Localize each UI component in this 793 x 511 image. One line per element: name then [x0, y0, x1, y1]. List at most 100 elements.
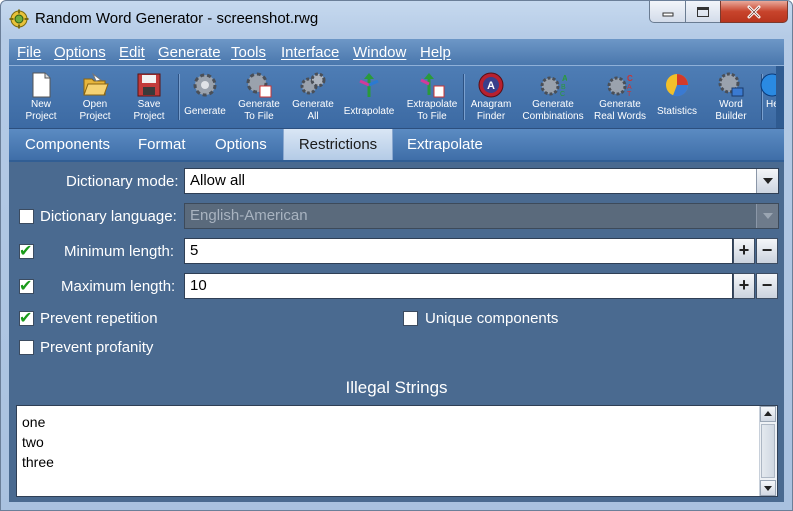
minimum-length-label: Minimum length:	[64, 243, 175, 260]
open-folder-icon	[83, 72, 109, 96]
save-disk-icon	[137, 73, 161, 97]
open-project-button[interactable]: Open Project	[68, 68, 122, 126]
scrollbar-thumb[interactable]	[761, 424, 775, 478]
menu-interface[interactable]: Interface	[281, 44, 339, 61]
gears-icon	[300, 72, 326, 95]
chevron-down-icon	[764, 486, 772, 491]
tab-bar: Components Format Options Restrictions E…	[9, 129, 784, 162]
maximum-length-decrease-button[interactable]: −	[756, 273, 778, 299]
tab-components[interactable]: Components	[11, 129, 124, 160]
generate-to-file-button[interactable]: Generate To File	[232, 68, 286, 126]
toolbar-label: Extrapolate To File	[406, 99, 458, 122]
prevent-repetition-checkbox[interactable]: ✔	[19, 310, 34, 327]
gear-abc-icon: ABC	[540, 74, 567, 98]
word-builder-icon	[718, 72, 744, 97]
generate-button[interactable]: Generate	[178, 68, 232, 126]
toolbar-label: Generate Combinations	[522, 99, 584, 122]
menu-edit[interactable]: Edit	[119, 44, 145, 61]
restrictions-panel: Dictionary mode: Allow all Dictionary la…	[9, 162, 784, 502]
word-builder-button[interactable]: Word Builder	[704, 68, 758, 126]
chevron-up-icon	[764, 411, 772, 416]
toolbar: New Project Open Project Save Project Ge…	[9, 65, 784, 129]
prevent-profanity-label: Prevent profanity	[40, 339, 154, 356]
illegal-string-line: two	[22, 434, 44, 450]
svg-text:A: A	[627, 84, 632, 91]
maximize-icon	[697, 6, 709, 17]
checkmark-icon: ✔	[19, 310, 33, 327]
minimum-length-checkbox[interactable]: ✔	[19, 243, 34, 260]
chevron-down-icon	[763, 213, 773, 219]
maximum-length-checkbox[interactable]: ✔	[19, 278, 34, 295]
new-project-button[interactable]: New Project	[14, 68, 68, 126]
menu-file[interactable]: File	[17, 44, 41, 61]
illegal-string-line: three	[22, 454, 54, 470]
tab-extrapolate[interactable]: Extrapolate	[393, 129, 497, 160]
minimum-length-input[interactable]: 5	[184, 238, 733, 264]
dictionary-language-checkbox[interactable]	[19, 209, 34, 224]
dictionary-language-label: Dictionary language:	[40, 208, 177, 225]
menu-window[interactable]: Window	[353, 44, 406, 61]
close-icon	[747, 5, 761, 18]
maximum-length-increase-button[interactable]: +	[733, 273, 755, 299]
prevent-profanity-checkbox[interactable]	[19, 340, 34, 355]
minimize-icon	[662, 12, 673, 16]
minimize-button[interactable]	[649, 1, 686, 23]
save-project-button[interactable]: Save Project	[122, 68, 176, 126]
extrapolate-button[interactable]: Extrapolate	[342, 68, 396, 126]
svg-text:A: A	[562, 74, 567, 83]
menu-help[interactable]: Help	[420, 44, 451, 61]
scroll-down-button[interactable]	[760, 480, 776, 496]
svg-text:C: C	[627, 74, 633, 83]
unique-components-label: Unique components	[425, 310, 559, 327]
prevent-repetition-label: Prevent repetition	[40, 310, 158, 327]
minimum-length-increase-button[interactable]: +	[733, 238, 755, 264]
illegal-string-line: one	[22, 414, 46, 430]
dictionary-mode-select[interactable]: Allow all	[184, 168, 779, 194]
chevron-down-icon	[763, 178, 773, 184]
toolbar-label: Word Builder	[715, 99, 747, 122]
extrapolate-arrows-icon	[359, 73, 379, 97]
illegal-strings-content: one two three	[22, 412, 54, 472]
checkmark-icon: ✔	[19, 278, 33, 295]
close-button[interactable]	[720, 1, 788, 23]
checkmark-icon: ✔	[19, 243, 33, 260]
generate-real-words-button[interactable]: CAT Generate Real Words	[593, 68, 647, 126]
anagram-icon: A	[478, 72, 504, 98]
vertical-scrollbar[interactable]	[759, 406, 777, 496]
svg-text:C: C	[560, 91, 565, 98]
statistics-button[interactable]: Statistics	[650, 68, 704, 126]
tab-format[interactable]: Format	[124, 129, 200, 160]
toolbar-label: Extrapolate	[343, 106, 395, 117]
extrapolate-to-file-button[interactable]: Extrapolate To File	[405, 68, 459, 126]
title-bar[interactable]: Random Word Generator - screenshot.rwg	[1, 1, 792, 37]
anagram-finder-button[interactable]: A Anagram Finder	[464, 68, 518, 126]
minimum-length-decrease-button[interactable]: −	[756, 238, 778, 264]
generate-all-button[interactable]: Generate All	[286, 68, 340, 126]
menu-generate[interactable]: Generate	[158, 44, 221, 61]
generate-combinations-button[interactable]: ABC Generate Combinations	[522, 68, 583, 126]
maximum-length-input[interactable]: 10	[184, 273, 733, 299]
tab-restrictions[interactable]: Restrictions	[283, 129, 393, 160]
unique-components-checkbox[interactable]	[403, 311, 418, 326]
maximize-button[interactable]	[685, 1, 721, 23]
dictionary-language-value: English-American	[190, 207, 308, 224]
svg-text:T: T	[627, 91, 632, 98]
toolbar-overflow-grip[interactable]	[776, 66, 784, 128]
gear-file-icon	[246, 72, 272, 98]
window-title: Random Word Generator - screenshot.rwg	[35, 10, 319, 27]
dictionary-language-select: English-American	[184, 203, 779, 229]
svg-text:A: A	[487, 80, 495, 92]
tab-options[interactable]: Options	[201, 129, 281, 160]
minimum-length-value: 5	[190, 242, 199, 259]
dictionary-mode-dropdown-button[interactable]	[756, 169, 778, 193]
help-button[interactable]: He	[758, 68, 778, 126]
menu-tools[interactable]: Tools	[231, 44, 266, 61]
menu-options[interactable]: Options	[54, 44, 106, 61]
illegal-strings-title: Illegal Strings	[345, 378, 448, 397]
menu-bar: File Options Edit Generate Tools Interfa…	[9, 39, 784, 65]
dictionary-mode-value: Allow all	[190, 172, 246, 189]
illegal-strings-textarea[interactable]: one two three	[16, 405, 778, 497]
svg-text:B: B	[561, 84, 566, 91]
maximum-length-label: Maximum length:	[61, 278, 176, 295]
scroll-up-button[interactable]	[760, 406, 776, 422]
